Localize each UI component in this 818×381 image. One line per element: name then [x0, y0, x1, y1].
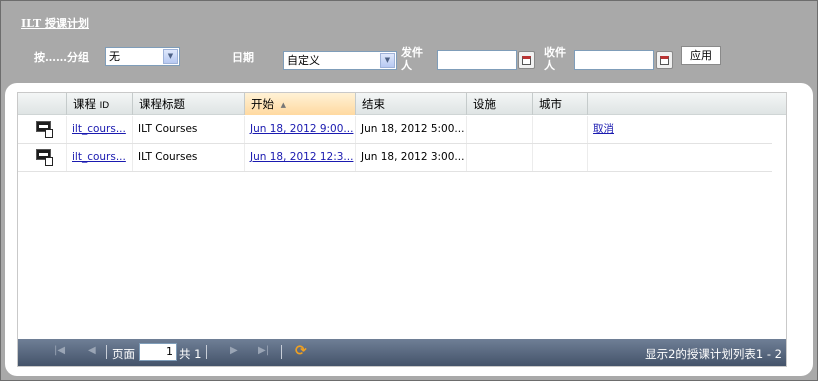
page-label: 页面 — [112, 347, 135, 361]
filter-bar: 按……分组 无 ▼ 日期 自定义 ▼ 发件人 收件人 应用 — [1, 45, 818, 77]
col-course-title-label: 课程标题 — [139, 97, 185, 111]
table-row: ilt_cours... ILT Courses Jun 18, 2012 9:… — [18, 116, 772, 144]
refresh-icon[interactable]: ⟳ — [295, 343, 307, 359]
course-title-cell: ILT Courses — [138, 151, 198, 163]
date-value: 自定义 — [287, 54, 320, 67]
course-title-cell: ILT Courses — [138, 123, 198, 135]
schedule-grid: 课程 ID 课程标题 开始 ▲ 结束 设施 城市 ilt_cours... IL… — [17, 92, 787, 367]
course-id-link[interactable]: ilt_cours... — [72, 123, 126, 135]
apply-button[interactable]: 应用 — [681, 46, 721, 65]
record-summary: 显示2的授课计划列表1 - 2 — [645, 347, 782, 361]
group-by-select[interactable]: 无 ▼ — [105, 47, 180, 66]
col-city-label: 城市 — [539, 97, 562, 111]
previous-page-icon[interactable]: ◀ — [88, 345, 96, 356]
col-actions — [587, 93, 786, 115]
col-course-id-suffix: ID — [99, 101, 110, 111]
col-city[interactable]: 城市 — [532, 93, 587, 115]
table-row: ilt_cours... ILT Courses Jun 18, 2012 12… — [18, 144, 772, 172]
chevron-down-icon[interactable]: ▼ — [380, 53, 395, 68]
start-date-link[interactable]: Jun 18, 2012 12:3... — [250, 151, 353, 163]
ilt-course-icon — [36, 149, 54, 166]
date-select[interactable]: 自定义 ▼ — [283, 51, 397, 70]
col-start-label: 开始 — [251, 97, 274, 111]
ilt-schedule-window: ILT 授课计划 按……分组 无 ▼ 日期 自定义 ▼ 发件人 收件人 应用 课… — [0, 0, 818, 381]
sort-ascending-icon: ▲ — [280, 101, 287, 109]
course-id-link[interactable]: ilt_cours... — [72, 151, 126, 163]
col-course-title[interactable]: 课程标题 — [132, 93, 244, 115]
end-date-cell: Jun 18, 2012 5:00... — [361, 123, 465, 135]
cancel-link[interactable]: 取消 — [593, 123, 614, 135]
col-facility[interactable]: 设施 — [466, 93, 532, 115]
chevron-down-icon[interactable]: ▼ — [163, 49, 178, 64]
facility-cell — [466, 144, 532, 171]
col-course-id-label: 课程 — [73, 97, 96, 111]
end-date-cell: Jun 18, 2012 3:00... — [361, 151, 465, 163]
action-cell — [587, 144, 772, 171]
from-label: 发件人 — [401, 46, 423, 72]
next-page-icon[interactable]: ▶ — [230, 345, 238, 356]
results-panel: 课程 ID 课程标题 开始 ▲ 结束 设施 城市 ilt_cours... IL… — [5, 83, 813, 376]
page-title[interactable]: ILT 授课计划 — [21, 15, 89, 31]
col-start[interactable]: 开始 ▲ — [244, 93, 355, 115]
page-number-input[interactable]: 1 — [139, 343, 177, 361]
to-date-input[interactable] — [574, 50, 654, 70]
city-cell — [532, 144, 587, 171]
col-course-id[interactable]: 课程 ID — [66, 93, 132, 115]
group-by-label: 按……分组 — [34, 51, 89, 64]
from-date-input[interactable] — [437, 50, 517, 70]
group-by-value: 无 — [109, 50, 120, 63]
col-end-label: 结束 — [362, 97, 385, 111]
to-calendar-icon[interactable] — [656, 51, 673, 69]
start-date-link[interactable]: Jun 18, 2012 9:00... — [250, 123, 353, 135]
last-page-icon[interactable]: ▶| — [258, 345, 269, 356]
to-label: 收件人 — [544, 46, 566, 72]
first-page-icon[interactable]: |◀ — [54, 345, 65, 356]
date-label: 日期 — [232, 51, 254, 64]
pagination-bar: |◀ ◀ 页面 1 共 1 ▶ ▶| ⟳ 显示2的授课计划列表1 - 2 — [18, 339, 786, 366]
from-calendar-icon[interactable] — [518, 51, 535, 69]
col-facility-label: 设施 — [473, 97, 496, 111]
facility-cell — [466, 116, 532, 143]
grid-header: 课程 ID 课程标题 开始 ▲ 结束 设施 城市 — [18, 93, 786, 115]
page-count-label: 共 1 — [179, 347, 202, 361]
city-cell — [532, 116, 587, 143]
ilt-course-icon — [36, 121, 54, 138]
col-end[interactable]: 结束 — [355, 93, 466, 115]
